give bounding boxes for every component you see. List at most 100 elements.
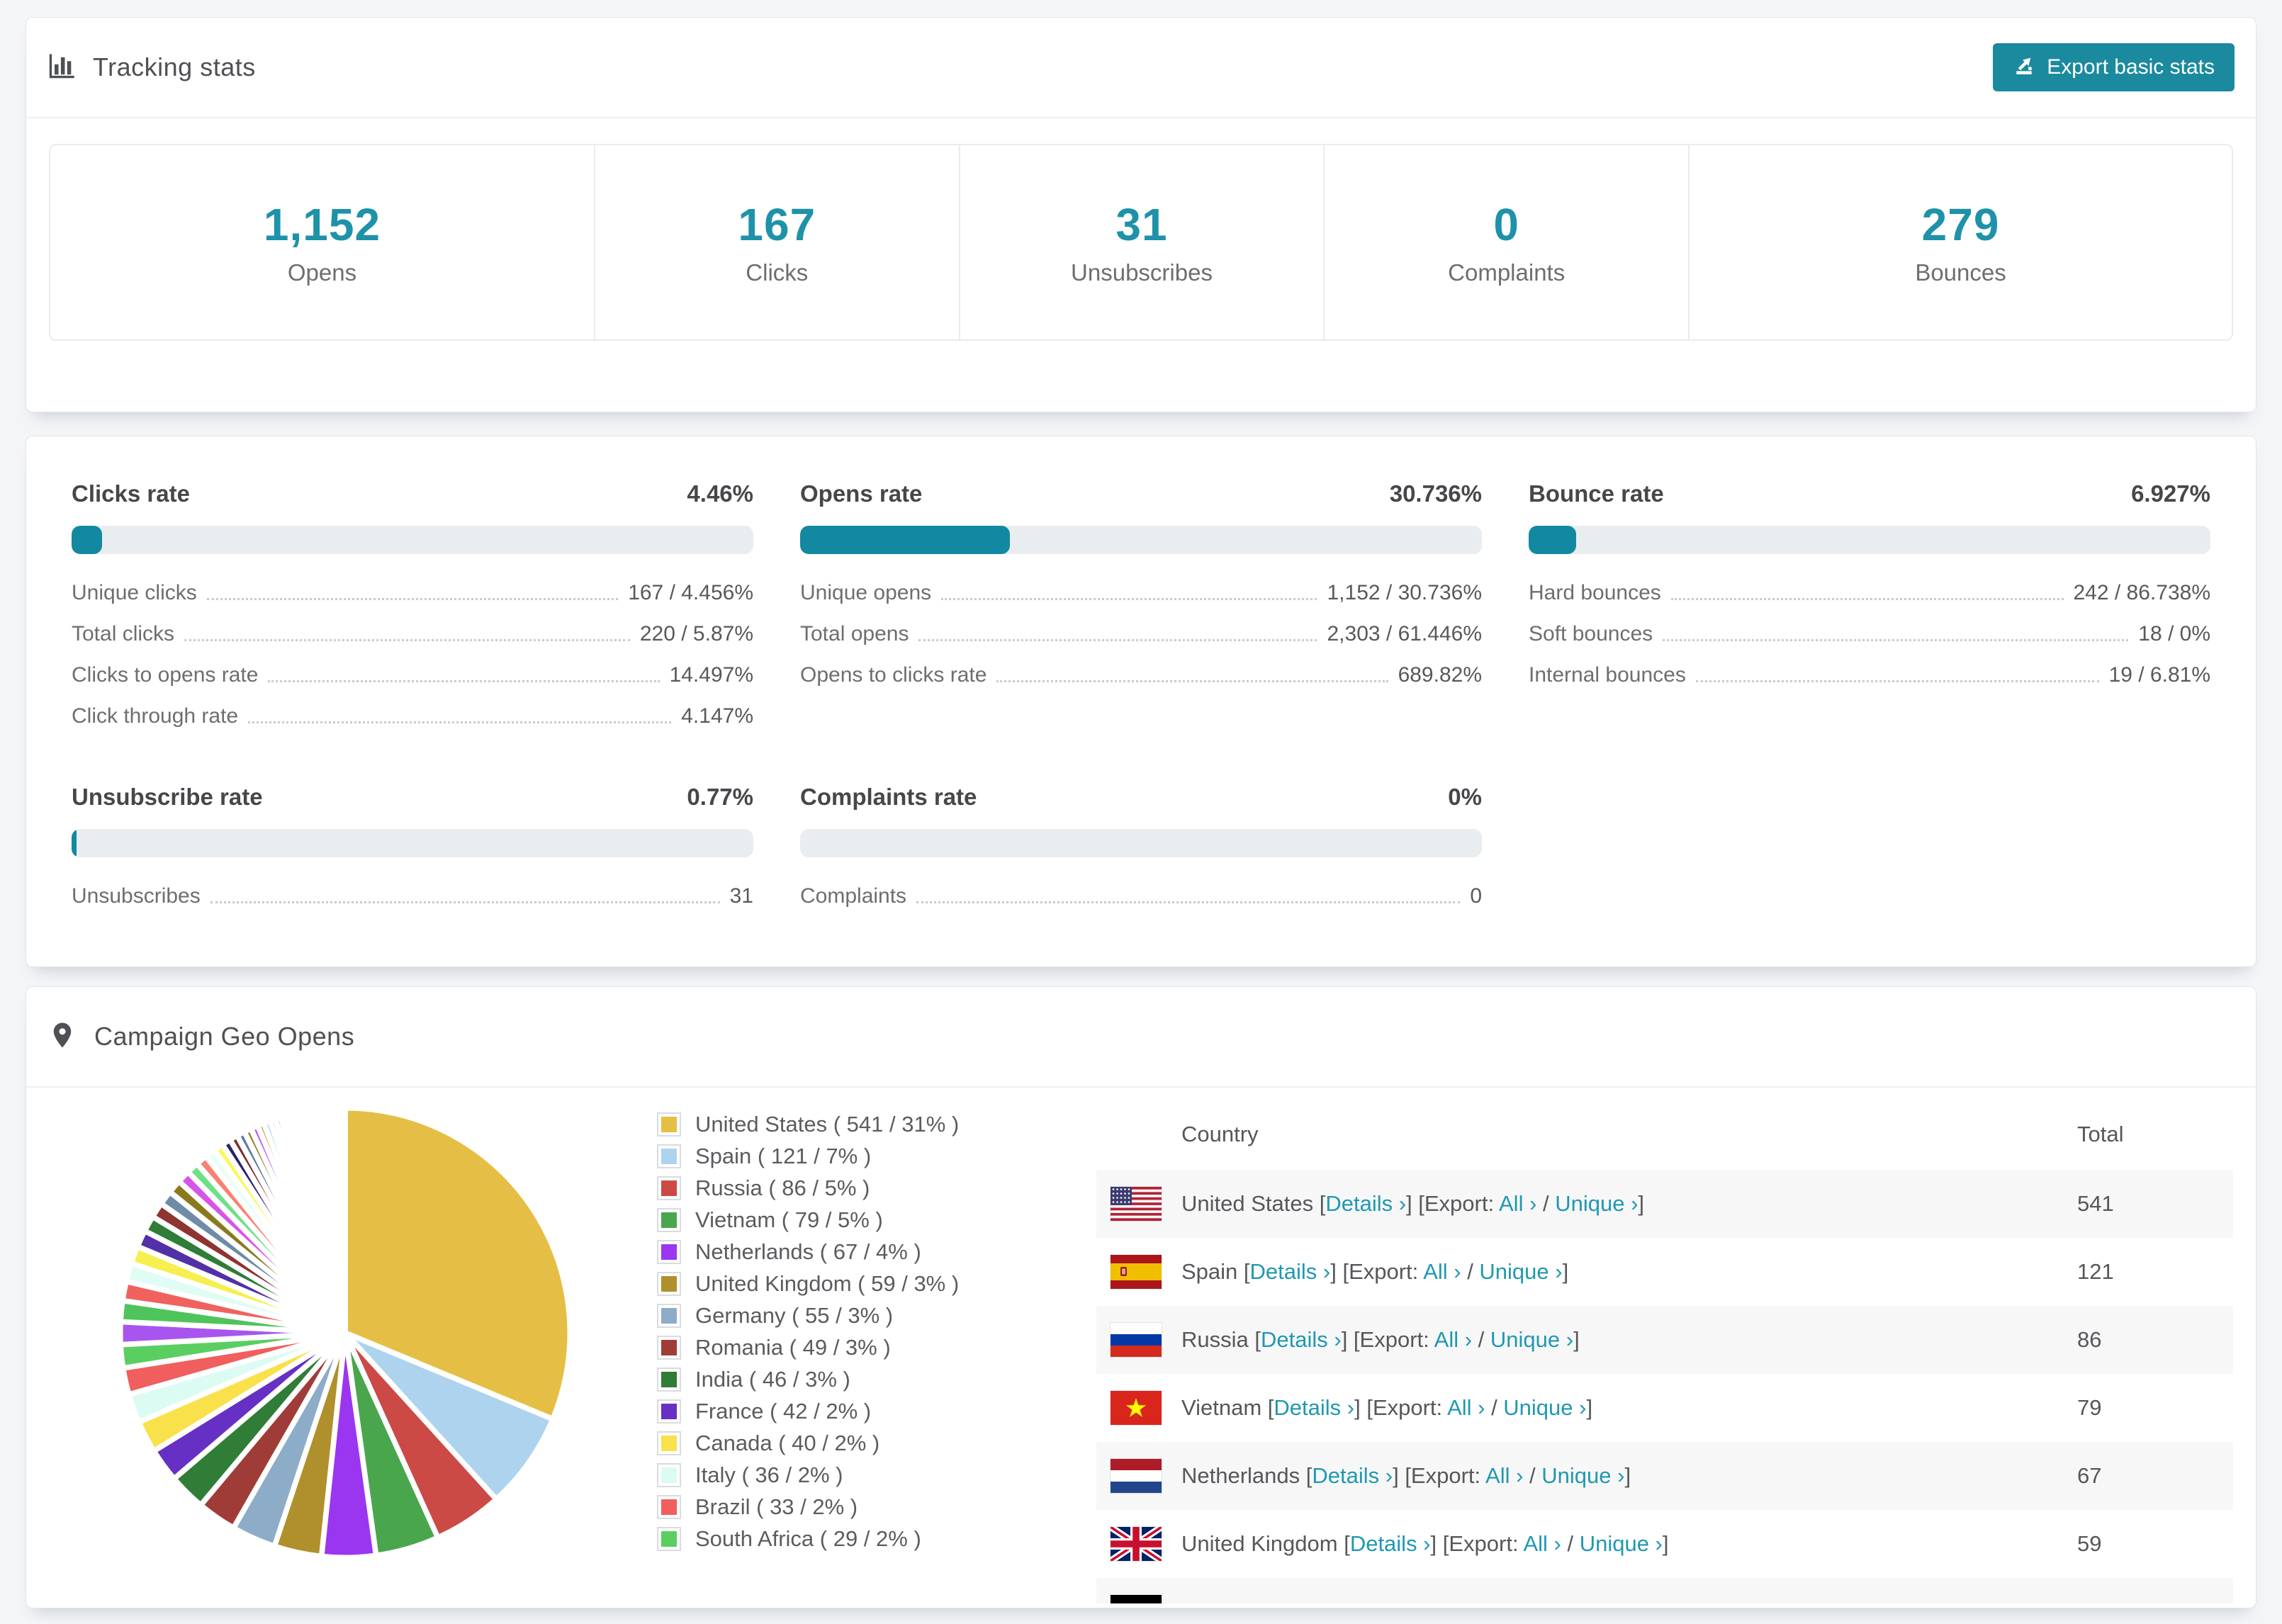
export-all-link[interactable]: All ›: [1485, 1463, 1523, 1488]
export-basic-stats-button[interactable]: Export basic stats: [1993, 43, 2235, 91]
rate-value: 4.46%: [687, 480, 753, 507]
country-name: Netherlands: [1181, 1463, 1300, 1488]
rate-detail-label: Total clicks: [72, 622, 175, 645]
bracket-text: [: [1237, 1259, 1250, 1284]
legend-item: Spain ( 121 / 7% ): [657, 1144, 1054, 1169]
legend-swatch-color: [661, 1276, 677, 1292]
details-link[interactable]: Details ›: [1274, 1395, 1354, 1420]
country-name: United Kingdom: [1181, 1531, 1338, 1556]
legend-swatch-color: [661, 1499, 677, 1515]
rate-section: Opens rate 30.736% Unique opens 1,152 / …: [800, 480, 1482, 745]
legend-swatch-color: [661, 1372, 677, 1387]
legend-item: Italy ( 36 / 2% ): [657, 1462, 1054, 1488]
details-link[interactable]: Details ›: [1250, 1259, 1331, 1284]
legend-swatch: [657, 1144, 681, 1168]
legend-label: Romania ( 49 / 3% ): [695, 1335, 891, 1360]
export-unique-link[interactable]: Unique ›: [1503, 1395, 1586, 1420]
rate-detail-value: 242 / 86.738%: [2073, 581, 2211, 604]
legend-item: Vietnam ( 79 / 5% ): [657, 1207, 1054, 1233]
details-link[interactable]: Details ›: [1261, 1327, 1342, 1352]
legend-swatch: [657, 1208, 681, 1232]
export-unique-link[interactable]: Unique ›: [1541, 1463, 1624, 1488]
geo-opens-pie-chart: [111, 1099, 579, 1567]
rate-detail-label: Unsubscribes: [72, 884, 201, 908]
country-cell: Germany [Details ›] [Export: All › / Uni…: [1181, 1599, 2077, 1603]
stat-value: 31: [1115, 199, 1168, 250]
total-cell: 541: [2077, 1191, 2114, 1216]
rate-detail-value: 220 / 5.87%: [639, 622, 753, 645]
export-unique-link[interactable]: Unique ›: [1514, 1599, 1597, 1603]
details-link[interactable]: Details ›: [1312, 1463, 1393, 1488]
country-cell: United States [Details ›] [Export: All ›…: [1181, 1191, 2077, 1217]
rate-section-head: Complaints rate 0%: [800, 784, 1482, 811]
legend-swatch-color: [661, 1340, 677, 1355]
summary-stat-cell: 1,152 Opens: [50, 145, 594, 339]
progress-bar-fill: [800, 526, 1010, 554]
legend-label: Vietnam ( 79 / 5% ): [695, 1207, 883, 1232]
campaign-geo-opens-title-group: Campaign Geo Opens: [47, 1020, 354, 1054]
country-cell: United Kingdom [Details ›] [Export: All …: [1181, 1531, 2077, 1557]
legend-item: South Africa ( 29 / 2% ): [657, 1526, 1054, 1552]
legend-swatch: [657, 1176, 681, 1200]
rate-title: Bounce rate: [1529, 480, 1664, 507]
bracket-close-text: ]: [1586, 1395, 1593, 1420]
rate-detail-label: Unique opens: [800, 581, 932, 604]
dotted-leader: [210, 901, 720, 903]
rate-detail-row: Hard bounces 242 / 86.738%: [1529, 581, 2210, 605]
export-all-link[interactable]: All ›: [1423, 1259, 1461, 1284]
total-column-header: Total: [2077, 1122, 2124, 1146]
rate-detail-label: Internal bounces: [1529, 663, 1686, 687]
export-unique-link[interactable]: Unique ›: [1479, 1259, 1562, 1284]
stat-value: 1,152: [263, 199, 381, 250]
export-all-link[interactable]: All ›: [1434, 1327, 1472, 1352]
details-link[interactable]: Details ›: [1350, 1531, 1431, 1556]
country-name: United States: [1181, 1191, 1314, 1216]
country-flag-icon: [1111, 1323, 1162, 1357]
rates-row-1: Clicks rate 4.46% Unique clicks 167 / 4.…: [72, 480, 2210, 745]
details-link[interactable]: Details ›: [1325, 1191, 1406, 1216]
legend-label: Spain ( 121 / 7% ): [695, 1144, 872, 1168]
legend-label: Canada ( 40 / 2% ): [695, 1431, 880, 1455]
legend-item: Netherlands ( 67 / 4% ): [657, 1239, 1054, 1265]
bracket-text: [: [1300, 1463, 1313, 1488]
bracket-text: [: [1337, 1531, 1350, 1556]
rate-section-head: Opens rate 30.736%: [800, 480, 1482, 507]
stat-label: Complaints: [1448, 259, 1566, 286]
export-unique-link[interactable]: Unique ›: [1580, 1531, 1663, 1556]
rate-detail-label: Unique clicks: [72, 581, 197, 604]
rate-detail-value: 1,152 / 30.736%: [1327, 581, 1482, 604]
table-row: Vietnam [Details ›] [Export: All › / Uni…: [1096, 1374, 2233, 1442]
rate-detail-value: 689.82%: [1398, 663, 1482, 687]
rates-card: Clicks rate 4.46% Unique clicks 167 / 4.…: [26, 436, 2256, 967]
rate-detail-row: Unique opens 1,152 / 30.736%: [800, 581, 1482, 605]
export-unique-link[interactable]: Unique ›: [1555, 1191, 1638, 1216]
export-all-link[interactable]: All ›: [1447, 1395, 1485, 1420]
export-all-link[interactable]: All ›: [1523, 1531, 1561, 1556]
rate-title: Opens rate: [800, 480, 923, 507]
rate-section: Unsubscribe rate 0.77% Unsubscribes 31: [72, 784, 753, 925]
progress-bar: [72, 526, 753, 554]
rate-detail-row: Unique clicks 167 / 4.456%: [72, 581, 753, 605]
rate-title: Unsubscribe rate: [72, 784, 263, 810]
dotted-leader: [941, 598, 1317, 600]
export-all-link[interactable]: All ›: [1457, 1599, 1495, 1603]
legend-swatch: [657, 1240, 681, 1264]
bracket-close-text: ]: [1597, 1599, 1603, 1603]
country-cell: Russia [Details ›] [Export: All › / Uniq…: [1181, 1327, 2077, 1353]
legend-swatch: [657, 1304, 681, 1328]
campaign-geo-opens-title: Campaign Geo Opens: [94, 1022, 355, 1051]
rate-detail-value: 0: [1470, 884, 1482, 908]
rate-value: 6.927%: [2131, 480, 2210, 507]
rate-detail-label: Clicks to opens rate: [72, 663, 259, 687]
rate-detail-row: Total opens 2,303 / 61.446%: [800, 622, 1482, 646]
legend-swatch: [657, 1431, 681, 1455]
legend-item: Romania ( 49 / 3% ): [657, 1335, 1054, 1360]
legend-swatch: [657, 1463, 681, 1487]
export-all-link[interactable]: All ›: [1499, 1191, 1536, 1216]
details-link[interactable]: Details ›: [1284, 1599, 1365, 1603]
rate-value: 0%: [1448, 784, 1482, 810]
slash-text: /: [1472, 1327, 1490, 1352]
rate-detail-rows: Hard bounces 242 / 86.738% Soft bounces …: [1529, 581, 2210, 687]
export-prefix-text: ] [Export:: [1341, 1327, 1434, 1352]
export-unique-link[interactable]: Unique ›: [1490, 1327, 1573, 1352]
